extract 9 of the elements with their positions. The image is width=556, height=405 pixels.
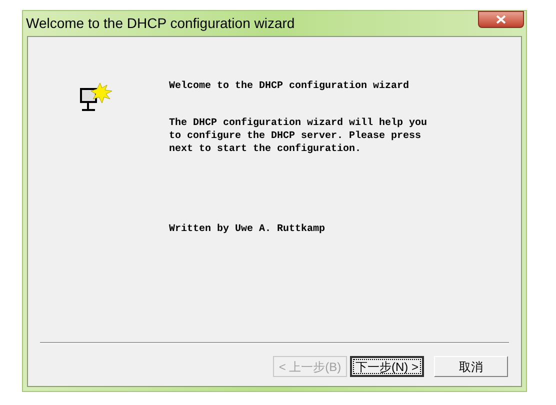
window-title: Welcome to the DHCP configuration wizard	[26, 14, 295, 33]
welcome-heading: Welcome to the DHCP configuration wizard	[169, 80, 410, 93]
close-icon	[496, 15, 506, 24]
computer-icon	[80, 83, 113, 112]
author-text: Written by Uwe A. Ruttkamp	[169, 223, 326, 236]
close-button[interactable]	[478, 11, 524, 28]
dialog-button[interactable]: 下一步(N) >	[350, 356, 424, 377]
dialog-button[interactable]: 取消	[434, 356, 508, 377]
description-text: The DHCP configuration wizard will help you to configure the DHCP server. Please press next to start the configuration.	[169, 117, 428, 156]
